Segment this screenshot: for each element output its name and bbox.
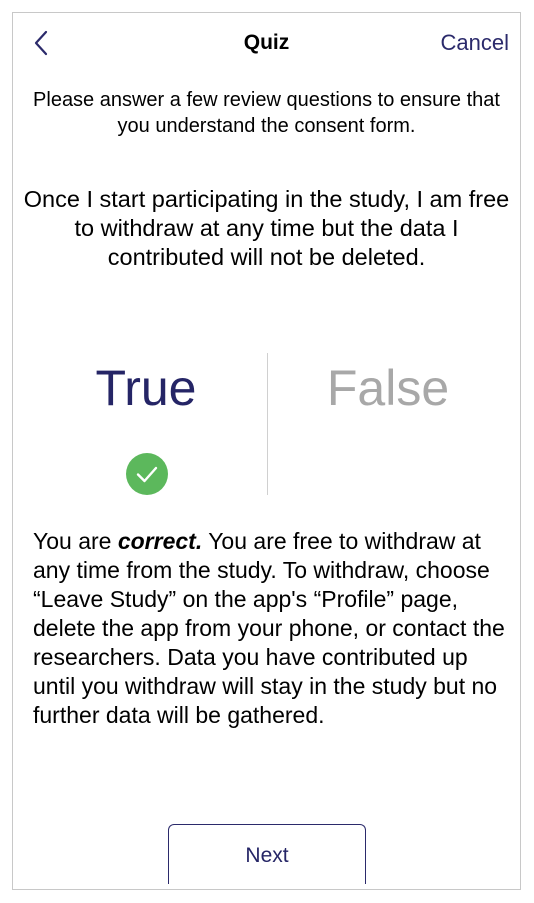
answer-explanation: You are correct. You are free to withdra… <box>33 527 510 730</box>
quiz-screen: Quiz Cancel Please answer a few review q… <box>12 12 521 890</box>
question-text: Once I start participating in the study,… <box>23 186 510 270</box>
answer-divider <box>267 353 268 495</box>
cancel-button[interactable]: Cancel <box>441 30 509 56</box>
answer-true-button[interactable]: True <box>46 358 246 418</box>
next-button[interactable]: Next <box>168 824 366 884</box>
explanation-body: You are free to withdraw at any time fro… <box>33 528 505 728</box>
intro-text: Please answer a few review questions to … <box>33 89 500 137</box>
explanation-prefix: You are <box>33 528 118 554</box>
check-circle-icon <box>126 453 168 495</box>
navigation-bar: Quiz Cancel <box>13 13 520 73</box>
answer-false-button[interactable]: False <box>288 358 488 418</box>
explanation-emphasis: correct. <box>117 528 203 554</box>
